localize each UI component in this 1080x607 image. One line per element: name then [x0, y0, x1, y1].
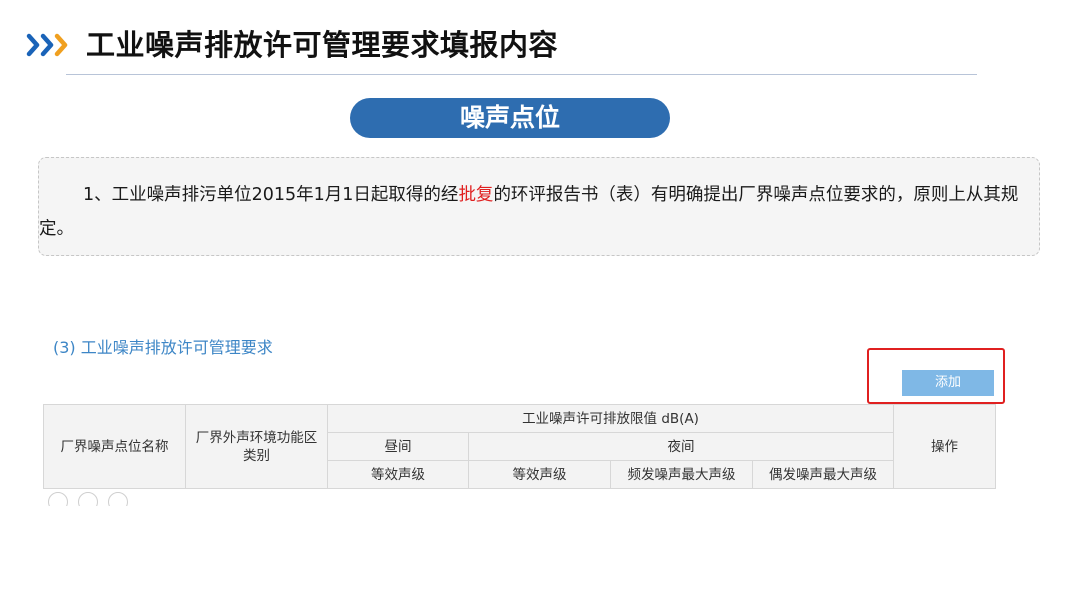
col-header-daytime: 昼间 [327, 432, 469, 461]
row-controls [44, 492, 164, 506]
title-divider [66, 74, 977, 75]
page-title: 工业噪声排放许可管理要求填报内容 [86, 28, 559, 62]
add-button[interactable]: 添加 [902, 370, 994, 396]
triple-chevron-right-icon [26, 33, 68, 57]
note-text-highlight: 批复 [458, 185, 494, 205]
col-header-limit-group: 工业噪声许可排放限值 dB(A) [326, 404, 895, 433]
col-header-frequent-max-level: 频发噪声最大声级 [610, 460, 753, 489]
policy-note-text: 1、工业噪声排污单位2015年1月1日起取得的经批复的环评报告书（表）有明确提出… [39, 178, 1041, 246]
policy-note-box: 1、工业噪声排污单位2015年1月1日起取得的经批复的环评报告书（表）有明确提出… [38, 157, 1040, 256]
col-header-nighttime: 夜间 [467, 432, 895, 461]
col-header-point-name: 厂界噪声点位名称 [43, 404, 186, 489]
section-pill-noise-points: 噪声点位 [350, 98, 670, 138]
circle-control-icon[interactable] [78, 492, 98, 506]
circle-control-icon[interactable] [108, 492, 128, 506]
col-header-occasional-max-level: 偶发噪声最大声级 [751, 460, 895, 489]
col-header-night-equivalent-level: 等效声级 [468, 460, 611, 489]
note-text-before: 1、工业噪声排污单位2015年1月1日起取得的经 [83, 185, 459, 205]
col-header-zone-type: 厂界外声环境功能区类别 [185, 404, 328, 489]
col-header-action: 操作 [893, 404, 997, 489]
noise-limit-table: 厂界噪声点位名称 厂界外声环境功能区类别 工业噪声许可排放限值 dB(A) 操作… [43, 404, 997, 489]
form-section-heading: (3) 工业噪声排放许可管理要求 [53, 338, 273, 357]
col-header-day-equivalent-level: 等效声级 [327, 460, 469, 489]
circle-control-icon[interactable] [48, 492, 68, 506]
